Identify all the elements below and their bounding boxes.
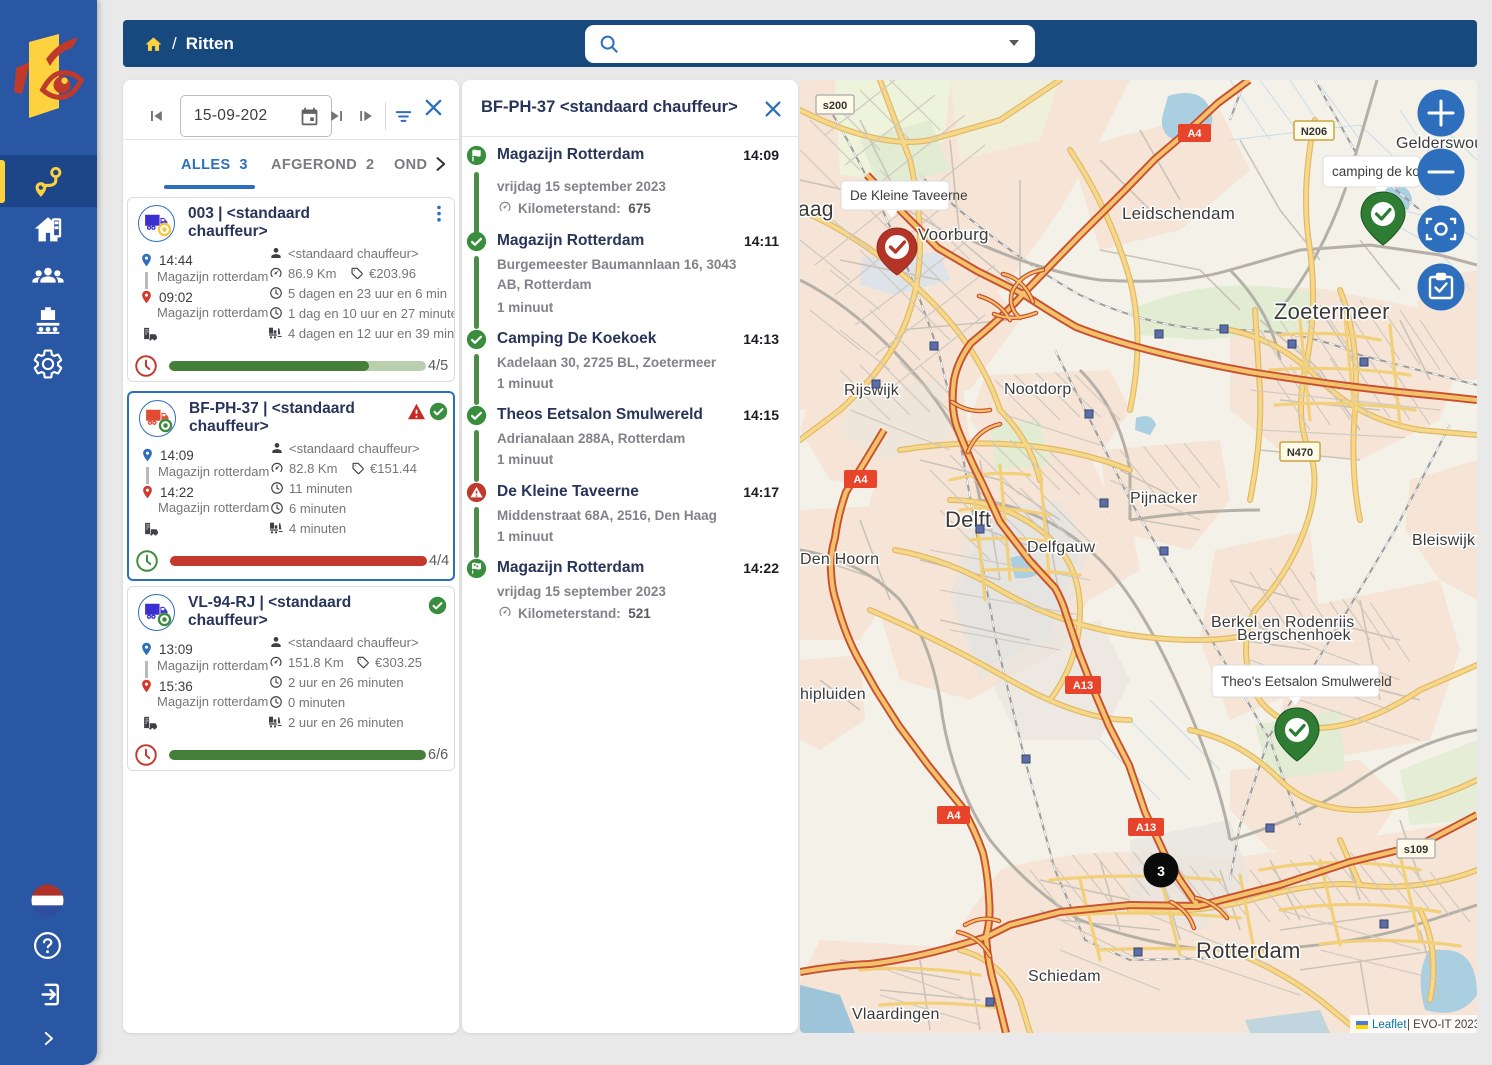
svg-text:Theo's Eetsalon Smulwereld: Theo's Eetsalon Smulwereld	[1221, 674, 1392, 689]
svg-text:Leidschendam: Leidschendam	[1122, 204, 1235, 223]
svg-text:Bergschenhoek: Bergschenhoek	[1237, 627, 1352, 644]
svg-text:N470: N470	[1287, 447, 1313, 459]
svg-text:Zoetermeer: Zoetermeer	[1274, 299, 1390, 324]
svg-text:s200: s200	[823, 100, 847, 112]
svg-text:s109: s109	[1404, 844, 1428, 856]
svg-text:Nootdorp: Nootdorp	[1004, 381, 1071, 398]
svg-text:3: 3	[1157, 863, 1165, 879]
svg-text:Delfgauw: Delfgauw	[1027, 539, 1096, 556]
svg-text:Schiedam: Schiedam	[1028, 968, 1101, 985]
svg-text:A4: A4	[853, 474, 868, 486]
svg-text:A13: A13	[1136, 822, 1156, 834]
svg-text:Rotterdam: Rotterdam	[1196, 938, 1301, 963]
svg-text:hipluiden: hipluiden	[800, 686, 866, 703]
svg-text:De Kleine Taveerne: De Kleine Taveerne	[850, 188, 968, 203]
svg-text:Voorburg: Voorburg	[918, 225, 989, 244]
svg-text:| EVO-IT 2023: | EVO-IT 2023	[1407, 1019, 1477, 1031]
svg-text:A13: A13	[1073, 680, 1093, 692]
svg-text:Den Hoorn: Den Hoorn	[800, 551, 879, 568]
svg-text:Pijnacker: Pijnacker	[1130, 490, 1198, 507]
svg-text:aag: aag	[800, 198, 834, 221]
svg-text:Bleiswijk: Bleiswijk	[1412, 532, 1476, 549]
svg-text:Vlaardingen: Vlaardingen	[852, 1006, 940, 1023]
svg-text:A4: A4	[946, 810, 961, 822]
svg-text:Leaflet: Leaflet	[1372, 1019, 1407, 1031]
svg-text:N206: N206	[1301, 126, 1327, 138]
svg-text:A4: A4	[1187, 128, 1202, 140]
